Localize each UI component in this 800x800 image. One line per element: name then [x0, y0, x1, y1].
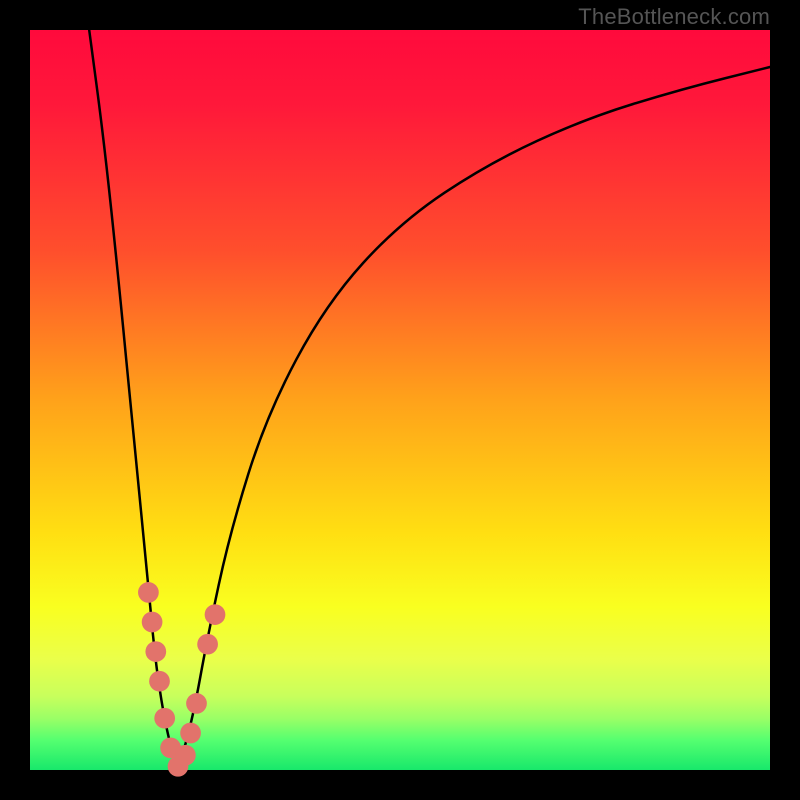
- bead-marker: [154, 708, 175, 729]
- bead-marker: [175, 745, 196, 766]
- bead-marker: [186, 693, 207, 714]
- curve-overlay: [30, 30, 770, 770]
- watermark-text: TheBottleneck.com: [578, 4, 770, 30]
- bead-marker: [145, 641, 166, 662]
- outer-black-frame: TheBottleneck.com: [0, 0, 800, 800]
- bead-marker: [205, 604, 226, 625]
- bead-marker: [138, 582, 159, 603]
- bead-marker: [180, 723, 201, 744]
- left-branch-curve: [89, 30, 178, 770]
- bead-marker: [197, 634, 218, 655]
- bead-marker: [149, 671, 170, 692]
- bead-marker: [142, 612, 163, 633]
- right-branch-curve: [178, 67, 770, 770]
